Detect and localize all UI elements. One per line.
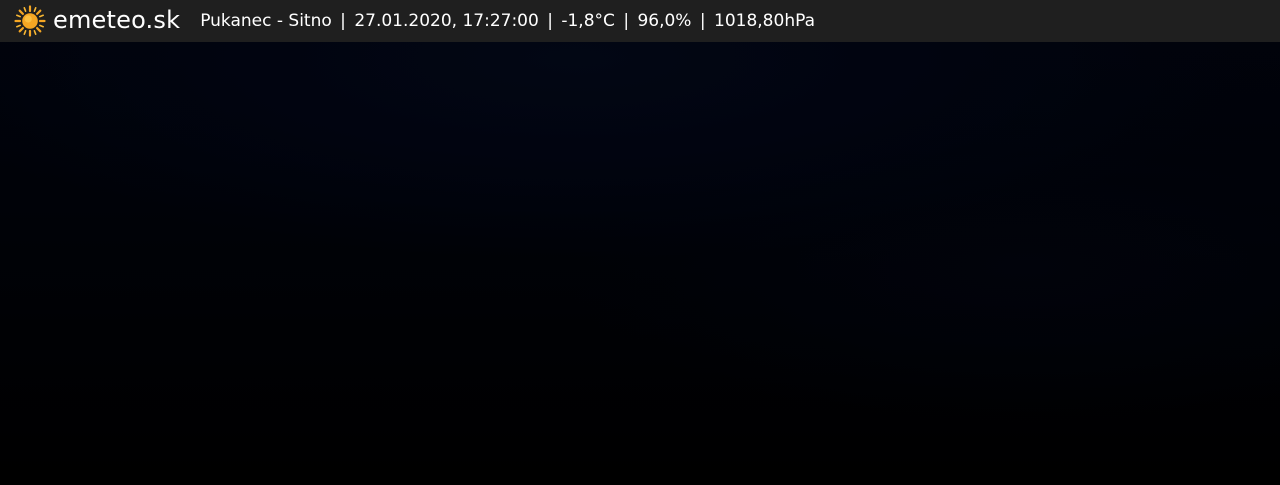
separator: | (623, 10, 630, 31)
datetime-text: 27.01.2020, 17:27:00 (354, 10, 539, 31)
pressure-text: 1018,80hPa (714, 10, 815, 31)
humidity-text: 96,0% (637, 10, 692, 31)
webcam-frame: emeteo.sk Pukanec - Sitno | 27.01.2020, … (0, 0, 1280, 485)
sun-icon (14, 5, 46, 37)
weather-caption: Pukanec - Sitno | 27.01.2020, 17:27:00 |… (200, 10, 815, 31)
brand-name: emeteo.sk (53, 6, 181, 34)
night-sky-webcam-image (0, 42, 1280, 485)
separator: | (547, 10, 553, 31)
separator: | (699, 10, 706, 31)
temperature-text: -1,8°C (561, 10, 615, 31)
info-overlay-bar: emeteo.sk Pukanec - Sitno | 27.01.2020, … (0, 0, 1280, 42)
separator: | (340, 10, 346, 31)
location-text: Pukanec - Sitno (200, 10, 332, 31)
